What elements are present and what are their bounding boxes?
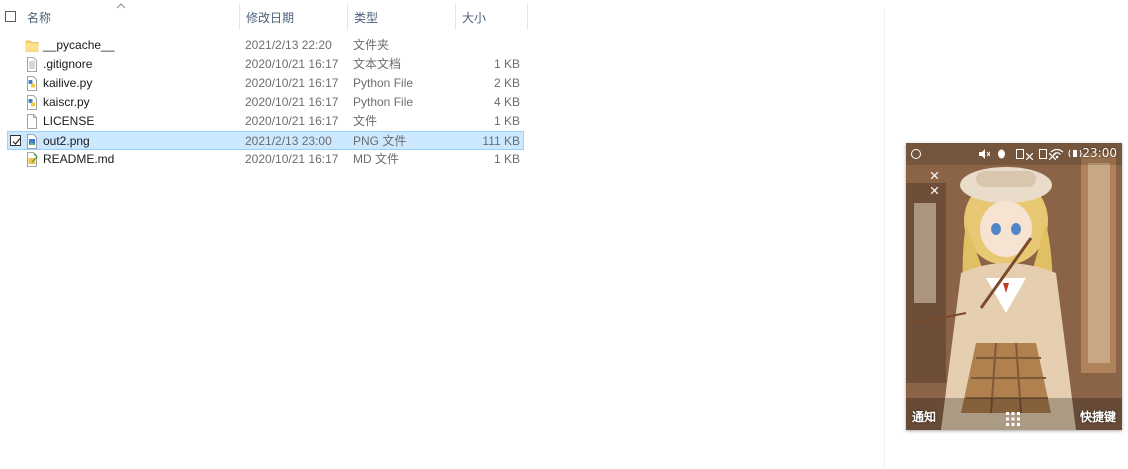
- file-size: [456, 36, 520, 55]
- file-row-license[interactable]: LICENSE 2020/10/21 16:17 文件 1 KB: [0, 112, 528, 131]
- sim-icon: [1039, 149, 1047, 159]
- hotspot-icon: [1068, 149, 1082, 158]
- file-size: 1 KB: [493, 57, 520, 71]
- file-size: 1 KB: [493, 152, 520, 166]
- checkmark-icon: [12, 138, 21, 145]
- bug-icon: [998, 149, 1005, 159]
- file-name: out2.png: [43, 134, 90, 148]
- file-name: README.md: [43, 152, 115, 166]
- python-file-icon: [27, 76, 37, 91]
- text-file-icon: [27, 57, 37, 72]
- file-list: 名称 修改日期 类型 大小 __pycache__ 2021/2/13 22:2…: [0, 0, 528, 167]
- file-row-kaiscr[interactable]: kaiscr.py 2020/10/21 16:17 Python File 4…: [0, 93, 528, 112]
- file-type: 文件夹: [353, 38, 390, 52]
- close-icon: [931, 172, 938, 179]
- column-divider[interactable]: [527, 4, 528, 30]
- mute-icon: [979, 149, 990, 159]
- folder-icon: [25, 40, 39, 52]
- anime-girl-wallpaper: [906, 143, 1122, 430]
- select-all-checkbox[interactable]: [5, 11, 16, 22]
- left-softkey: 通知: [912, 410, 937, 424]
- column-header-date[interactable]: 修改日期: [240, 0, 347, 32]
- file-size: 111 KB: [482, 134, 520, 148]
- file-name: kaiscr.py: [43, 95, 90, 109]
- file-date: 2020/10/21 16:17: [245, 152, 339, 166]
- file-row-kailive[interactable]: kailive.py 2020/10/21 16:17 Python File …: [0, 74, 528, 93]
- file-name: .gitignore: [43, 57, 93, 71]
- file-type: Python File: [353, 95, 414, 109]
- python-file-icon: [27, 95, 37, 110]
- close-icon: [931, 187, 938, 194]
- file-size: 2 KB: [493, 76, 520, 90]
- file-date: 2020/10/21 16:17: [245, 114, 339, 128]
- file-row-out2[interactable]: out2.png 2021/2/13 23:00 PNG 文件 111 KB: [7, 131, 524, 150]
- file-type: MD 文件: [353, 152, 399, 166]
- file-rows: __pycache__ 2021/2/13 22:20 文件夹 .gitigno…: [0, 36, 528, 169]
- file-name: __pycache__: [43, 38, 115, 52]
- file-row-gitignore[interactable]: .gitignore 2020/10/21 16:17 文本文档 1 KB: [0, 55, 528, 74]
- wifi-icon: [1050, 148, 1064, 159]
- file-type: 文件: [353, 114, 378, 128]
- file-row-readme[interactable]: README.md 2020/10/21 16:17 MD 文件 1 KB: [0, 150, 528, 169]
- file-size: 4 KB: [493, 95, 520, 109]
- image-file-icon: [27, 134, 37, 149]
- markdown-file-icon: [27, 152, 38, 167]
- file-name: LICENSE: [43, 114, 95, 128]
- preview-pane-divider[interactable]: [884, 8, 885, 469]
- file-type: PNG 文件: [353, 134, 407, 148]
- file-name: kailive.py: [43, 76, 93, 90]
- close-icon: [1026, 153, 1033, 160]
- file-date: 2021/2/13 23:00: [245, 134, 332, 148]
- blank-file-icon: [27, 114, 37, 129]
- image-preview: 23:00 通知 快捷键: [906, 143, 1122, 430]
- file-type: Python File: [353, 76, 414, 90]
- file-date: 2020/10/21 16:17: [245, 57, 339, 71]
- file-date: 2020/10/21 16:17: [245, 76, 339, 90]
- status-bar: 23:00: [906, 143, 1122, 165]
- status-clock: 23:00: [1082, 146, 1117, 160]
- column-header-name[interactable]: 名称: [21, 0, 239, 32]
- file-date: 2020/10/21 16:17: [245, 95, 339, 109]
- rotate-icon: [911, 149, 921, 159]
- file-date: 2021/2/13 22:20: [245, 38, 332, 52]
- file-row-pycache[interactable]: __pycache__ 2021/2/13 22:20 文件夹: [0, 36, 528, 55]
- right-softkey: 快捷键: [1079, 410, 1116, 424]
- column-header-size[interactable]: 大小: [456, 0, 527, 32]
- column-header-row: 名称 修改日期 类型 大小: [0, 0, 528, 33]
- softkey-bar: 通知 快捷键: [906, 404, 1122, 430]
- row-checkbox[interactable]: [10, 135, 21, 146]
- column-header-type[interactable]: 类型: [348, 0, 455, 32]
- file-size: 1 KB: [493, 114, 520, 128]
- app-grid-icon: [1006, 412, 1020, 426]
- file-type: 文本文档: [353, 57, 402, 71]
- sim-icon: [1016, 149, 1024, 159]
